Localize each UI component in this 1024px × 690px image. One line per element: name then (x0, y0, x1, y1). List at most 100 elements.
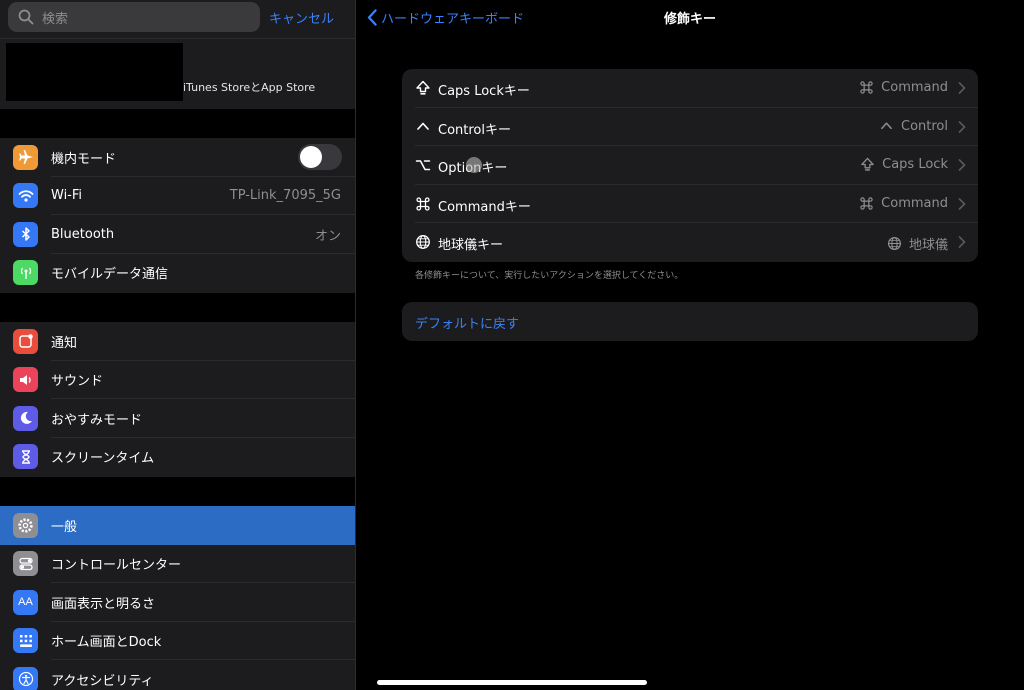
modifier-value-label: Caps Lock (882, 157, 948, 173)
sidebar-item-label: 画面表示と明るさ (51, 596, 156, 612)
gear-icon (13, 512, 38, 538)
sidebar-item-label: Wi-Fi (51, 188, 83, 204)
modifier-value: Control (879, 119, 948, 134)
sidebar-item-general[interactable]: 一般 (0, 506, 355, 545)
sidebar-item-label: スクリーンタイム (51, 451, 155, 467)
switches-icon (13, 551, 38, 577)
modifier-label: Caps Lockキー (438, 84, 530, 99)
sidebar-item-label: 通知 (51, 335, 78, 351)
modifier-value: Command (859, 80, 948, 95)
modifier-row-command[interactable]: Commandキー Command (402, 185, 978, 224)
notifications-icon (13, 328, 38, 354)
modifier-value-label: Command (881, 195, 948, 211)
wifi-network-value: TP-Link_7095_5G (229, 188, 341, 204)
back-button-label: ハードウェアキーボード (381, 12, 525, 27)
notifications-group: 通知 サウンド おやすみモード スクリーンタイム (0, 322, 355, 476)
search-icon (18, 9, 34, 25)
section-gap (0, 109, 355, 138)
chevron-right-icon (958, 159, 966, 171)
modifier-keys-list: Caps Lockキー Command Controlキー Control Op… (402, 69, 978, 262)
search-input[interactable]: 検索 (8, 2, 260, 32)
command-icon (860, 197, 873, 210)
modifier-value-label: Command (881, 80, 948, 95)
search-placeholder: 検索 (42, 12, 69, 27)
sidebar-item-label: アクセシビリティ (51, 673, 154, 689)
sidebar-item-screen-time[interactable]: スクリーンタイム (0, 438, 355, 477)
modifier-value-label: 地球儀 (908, 238, 948, 254)
account-subtitle: iTunes StoreとApp Store (183, 81, 316, 94)
moon-icon (13, 405, 38, 431)
modifier-label: Controlキー (438, 122, 511, 138)
redacted-profile (6, 43, 183, 101)
section-gap (0, 293, 355, 322)
modifier-row-caps-lock[interactable]: Caps Lockキー Command (402, 69, 978, 108)
sidebar-item-airplane[interactable]: 機内モード (0, 138, 355, 177)
caps-lock-icon (416, 80, 430, 95)
chevron-right-icon (958, 82, 966, 94)
reset-defaults-label: デフォルトに戻す (415, 317, 520, 332)
hourglass-icon (13, 444, 38, 470)
sidebar-item-cellular[interactable]: モバイルデータ通信 (0, 254, 355, 293)
option-icon (415, 160, 431, 171)
cancel-button[interactable]: キャンセル (269, 8, 334, 27)
wifi-icon (13, 183, 38, 209)
command-icon (860, 81, 873, 94)
page-title: 修飾キー (663, 12, 716, 27)
sidebar-item-notifications[interactable]: 通知 (0, 322, 355, 361)
reset-defaults-button[interactable]: デフォルトに戻す (402, 302, 978, 341)
modifier-value: Caps Lock (860, 157, 948, 172)
toggle-knob (300, 146, 322, 168)
search-bar: 検索 キャンセル (0, 0, 355, 38)
chevron-left-icon (367, 9, 377, 26)
modifier-row-option[interactable]: Optionキー Caps Lock (402, 146, 978, 185)
sidebar-item-control-center[interactable]: コントロールセンター (0, 545, 355, 583)
sidebar-item-do-not-disturb[interactable]: おやすみモード (0, 399, 355, 438)
globe-icon (887, 237, 902, 251)
sidebar-item-display-brightness[interactable]: AA 画面表示と明るさ (0, 583, 355, 622)
command-icon (416, 197, 430, 211)
sidebar-item-label: ホーム画面とDock (51, 635, 162, 651)
sounds-icon (13, 367, 38, 393)
airplane-icon (13, 144, 38, 170)
sidebar-item-bluetooth[interactable]: Bluetooth オン (0, 215, 355, 254)
sidebar-item-label: おやすみモード (51, 412, 143, 428)
sidebar-item-sounds[interactable]: サウンド (0, 361, 355, 399)
sidebar-item-label: 一般 (51, 519, 78, 535)
home-indicator[interactable] (377, 680, 647, 685)
settings-sidebar: 検索 キャンセル iTunes StoreとApp Store 機内モード Wi… (0, 0, 355, 690)
globe-icon (416, 235, 430, 250)
pointer-cursor (466, 157, 482, 173)
modifier-row-globe[interactable]: 地球儀キー 地球儀 (402, 223, 978, 262)
text-size-icon: AA (13, 589, 38, 615)
control-icon (881, 122, 892, 129)
account-row[interactable]: iTunes StoreとApp Store (0, 38, 355, 109)
accessibility-icon (13, 666, 38, 690)
back-button[interactable]: ハードウェアキーボード (367, 8, 524, 27)
section-footnote: 各修飾キーについて、実行したいアクションを選択してください。 (415, 271, 684, 281)
connectivity-group: 機内モード Wi-Fi TP-Link_7095_5G Bluetooth オン… (0, 138, 355, 292)
modifier-label: Commandキー (438, 199, 531, 215)
modifier-value: 地球儀 (887, 234, 948, 253)
sidebar-item-home-screen-dock[interactable]: ホーム画面とDock (0, 622, 355, 660)
sidebar-item-label: モバイルデータ通信 (51, 267, 169, 283)
sidebar-item-label: 機内モード (51, 151, 117, 167)
sidebar-item-wifi[interactable]: Wi-Fi TP-Link_7095_5G (0, 177, 355, 215)
sidebar-item-label: コントロールセンター (51, 558, 182, 574)
sidebar-item-label: Bluetooth (51, 226, 115, 242)
general-group: 一般 コントロールセンター AA 画面表示と明るさ ホーム画面とDock アクセ… (0, 506, 355, 690)
modifier-label: 地球儀キー (438, 238, 504, 254)
section-gap (0, 477, 355, 506)
cellular-icon (13, 260, 38, 286)
sidebar-item-accessibility[interactable]: アクセシビリティ (0, 660, 355, 690)
chevron-right-icon (958, 120, 966, 133)
chevron-right-icon (958, 236, 966, 249)
airplane-mode-toggle[interactable] (298, 144, 342, 170)
home-grid-icon (13, 628, 38, 654)
chevron-right-icon (958, 197, 966, 210)
modifier-row-control[interactable]: Controlキー Control (402, 108, 978, 147)
bluetooth-icon (13, 221, 38, 247)
caps-lock-icon (861, 157, 874, 171)
control-icon (417, 122, 429, 130)
modifier-value-label: Control (901, 118, 948, 134)
split-divider (355, 0, 356, 690)
